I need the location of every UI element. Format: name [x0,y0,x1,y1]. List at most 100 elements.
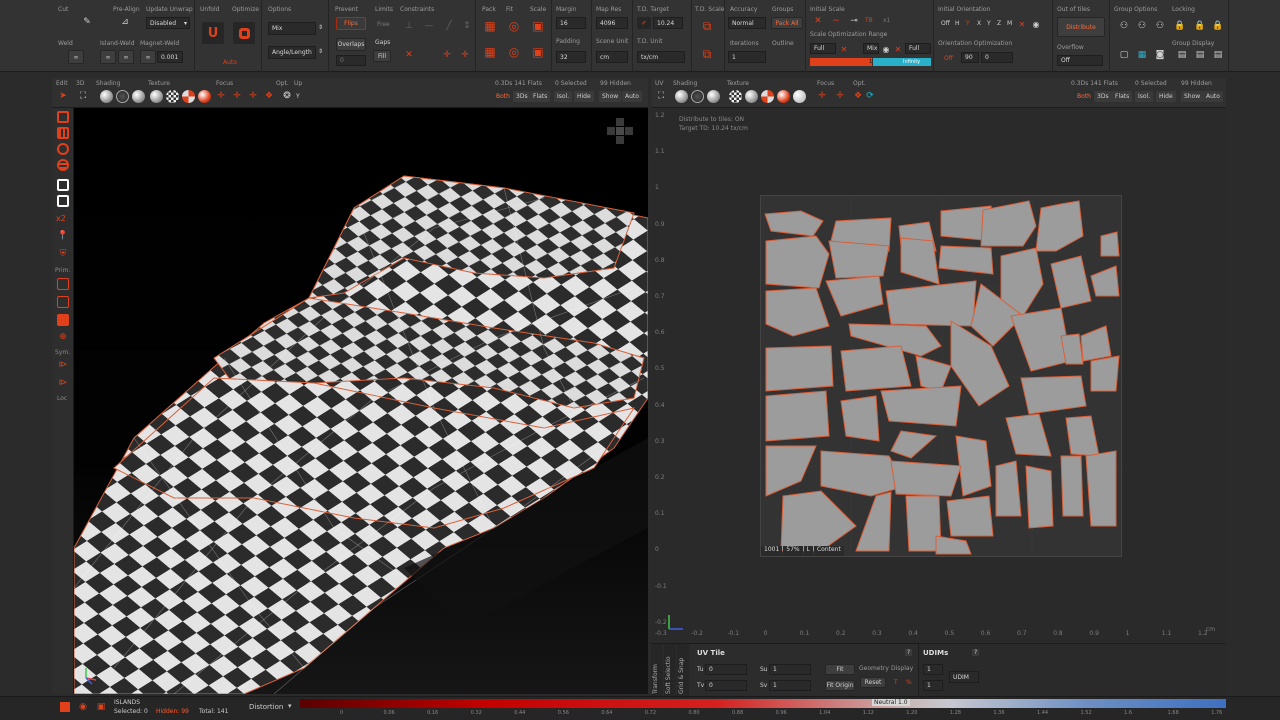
options-stepper-icon[interactable]: ⇕ [318,24,323,31]
td-pick-icon[interactable]: ✐ [637,17,651,29]
orient-opt-off[interactable]: Off [944,55,953,62]
texture-overlap-icon[interactable] [198,90,211,103]
display-t[interactable]: T [894,679,898,686]
scale-full-select[interactable]: Full [810,43,836,54]
tool-edge-icon[interactable] [57,127,69,139]
lock-1-icon[interactable]: 🔒 [1173,19,1187,33]
uv-isol-button[interactable]: Isol. [1135,91,1154,102]
uv-3ds-button[interactable]: 3Ds [1094,91,1112,102]
group-option-1-icon[interactable]: ⚇ [1117,19,1131,33]
scene-unit-select[interactable]: cm [596,51,628,63]
optimize-button[interactable] [233,22,255,44]
pack-group-icon[interactable]: ▦ [483,45,497,59]
prim-sphere-icon[interactable]: ⊕ [56,330,70,344]
tv-field[interactable]: 0 [705,680,747,691]
group-view-2-icon[interactable]: ▦ [1135,48,1149,62]
fit-origin-button[interactable]: Fit Origin [825,680,855,691]
scale-x1-label[interactable]: x1 [883,17,890,24]
constraint-pin-icon[interactable]: ⊥ [402,19,416,33]
prevent-value-field[interactable]: 0 [336,55,366,66]
group-view-1-icon[interactable]: ▢ [1117,48,1131,62]
distribute-button[interactable]: Distribute [1057,17,1105,37]
group-option-3-icon[interactable]: ⚇ [1153,19,1167,33]
scale-clear-icon[interactable]: ✕ [811,14,825,28]
tool-select-icon[interactable] [57,111,69,123]
view3d-3ds-button[interactable]: 3Ds [513,91,531,102]
unfold-button[interactable]: U [202,22,224,44]
opt-pin-icon[interactable]: ❖ [262,89,276,103]
viewport-3d[interactable] [74,108,648,694]
reset-button[interactable]: Reset [860,677,886,688]
constraint-line-icon[interactable]: — [422,19,436,33]
focus-all-icon[interactable]: ✛ [214,89,228,103]
uv-focus-sel-icon[interactable]: ✛ [833,89,847,103]
orient-y2[interactable]: Y [987,20,991,27]
uv-focus-all-icon[interactable]: ✛ [815,89,829,103]
options-stepper-icon-2[interactable]: ⇕ [318,48,323,55]
tool-unfold-icon[interactable] [57,179,69,191]
tile-content[interactable]: Content [813,546,844,556]
udims-count-b[interactable]: 1 [923,680,943,691]
fill-button[interactable]: Fill [373,50,391,62]
tool-shield-icon[interactable]: ⛨ [56,247,70,261]
group-option-2-icon[interactable]: ⚇ [1135,19,1149,33]
tab-transform[interactable]: Transform [652,664,659,694]
magnet-weld-button[interactable]: ∞ [140,50,156,64]
constraint-edge-icon[interactable]: ╱ [442,19,456,33]
overlaps-button[interactable]: Overlaps [336,38,366,51]
padding-field[interactable]: 32 [556,51,586,63]
uv-tile-1001[interactable]: 1001 57% L Content [760,195,1123,558]
orient-h[interactable]: H [955,20,960,27]
uv-shading-wire-icon[interactable] [691,90,704,103]
constraint-align-icon[interactable]: ↕ [460,19,474,33]
tool-optimize-icon[interactable] [57,195,69,207]
view3d-both-button[interactable]: Both [493,91,513,102]
optimize-auto[interactable]: Auto [223,59,237,66]
focus-group-icon[interactable]: ✛ [246,89,260,103]
prim-box-icon[interactable] [57,296,69,308]
uv-texture-checker-icon[interactable] [729,90,742,103]
tab-grid-snap[interactable]: Grid & Snap [678,658,685,694]
focus-sel-icon[interactable]: ✛ [230,89,244,103]
iterations-select[interactable]: 1 [728,51,766,63]
scale-wave-icon[interactable]: ∼ [829,14,843,28]
td-unit-select[interactable]: tx/cm [637,51,685,63]
td-scale-icon[interactable]: ⧉ [700,19,714,33]
sym-x-icon[interactable]: ⧐ [56,358,70,372]
uv-frame-icon[interactable]: ⛶ [654,89,668,103]
fit-button[interactable]: Fit [825,664,855,675]
distortion-gradient-bar[interactable] [300,699,1226,708]
scale-slider-icon[interactable]: ⊸ [847,14,861,28]
view3d-auto-button[interactable]: Auto [622,91,642,102]
texture-none-icon[interactable] [150,90,163,103]
island-weld-button-2[interactable]: ∞ [118,50,134,64]
uv-shading-flat-icon[interactable] [707,90,720,103]
uv-shading-solid-icon[interactable] [675,90,688,103]
magnet-weld-field[interactable]: 0.001 [157,51,183,63]
uv-opt-sync-icon[interactable]: ⟳ [863,89,877,103]
opt-cube-icon[interactable]: ❂ [280,89,294,103]
view3d-isol-button[interactable]: Isol. [554,91,573,102]
lock-2-icon[interactable]: 🔒 [1193,19,1207,33]
up-axis-select[interactable]: Y [296,93,300,100]
uv-both-button[interactable]: Both [1074,91,1094,102]
shading-flat-icon[interactable] [132,90,145,103]
uv-texture-overlap-icon[interactable] [777,90,790,103]
view3d-hide-button[interactable]: Hide [574,91,594,102]
constraint-scale-icon[interactable]: ✛ [458,48,472,62]
scale-mix-clear-icon[interactable]: ✕ [891,42,905,56]
select-arrow-icon[interactable]: ➤ [56,89,70,103]
tool-pin-icon[interactable]: 📍 [56,229,70,243]
orient-clear-icon[interactable]: ✕ [1015,17,1029,31]
overflow-select[interactable]: Off [1057,55,1103,66]
su-field[interactable]: 1 [769,664,811,675]
shading-wire-icon[interactable] [116,90,129,103]
update-unwrap-select[interactable]: Disabled ▾ [146,17,190,29]
pack-icon[interactable]: ▦ [483,19,497,33]
scale-range-high[interactable] [873,58,931,66]
orient-deg-field[interactable]: 90 [961,52,979,63]
island-weld-button[interactable]: ∞ [100,50,116,64]
scale-full2-select[interactable]: Full [905,43,931,54]
tab-soft-selection[interactable]: Soft Selectio [665,656,672,694]
uv-texture-none-icon[interactable] [745,90,758,103]
